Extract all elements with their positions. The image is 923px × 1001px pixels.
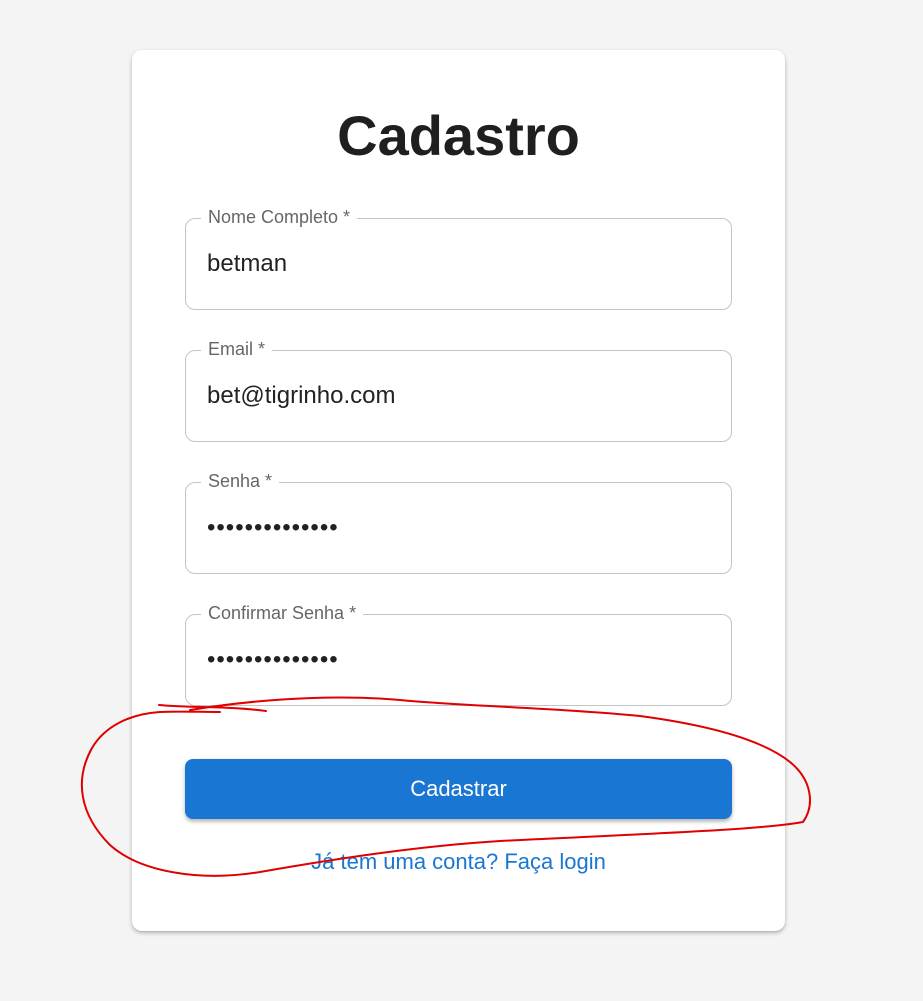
register-button[interactable]: Cadastrar xyxy=(185,759,732,819)
signup-card: Cadastro Nome Completo * Email * Senha *… xyxy=(132,50,785,931)
password-field[interactable]: Senha * xyxy=(185,468,732,574)
password-input[interactable] xyxy=(207,482,707,574)
email-input[interactable] xyxy=(207,350,707,442)
confirm-password-input[interactable] xyxy=(207,614,707,706)
full-name-field[interactable]: Nome Completo * xyxy=(185,204,732,310)
login-link[interactable]: Já tem uma conta? Faça login xyxy=(132,847,785,877)
email-field[interactable]: Email * xyxy=(185,336,732,442)
full-name-input[interactable] xyxy=(207,218,707,310)
confirm-password-field[interactable]: Confirmar Senha * xyxy=(185,600,732,706)
page-title: Cadastro xyxy=(337,104,580,167)
